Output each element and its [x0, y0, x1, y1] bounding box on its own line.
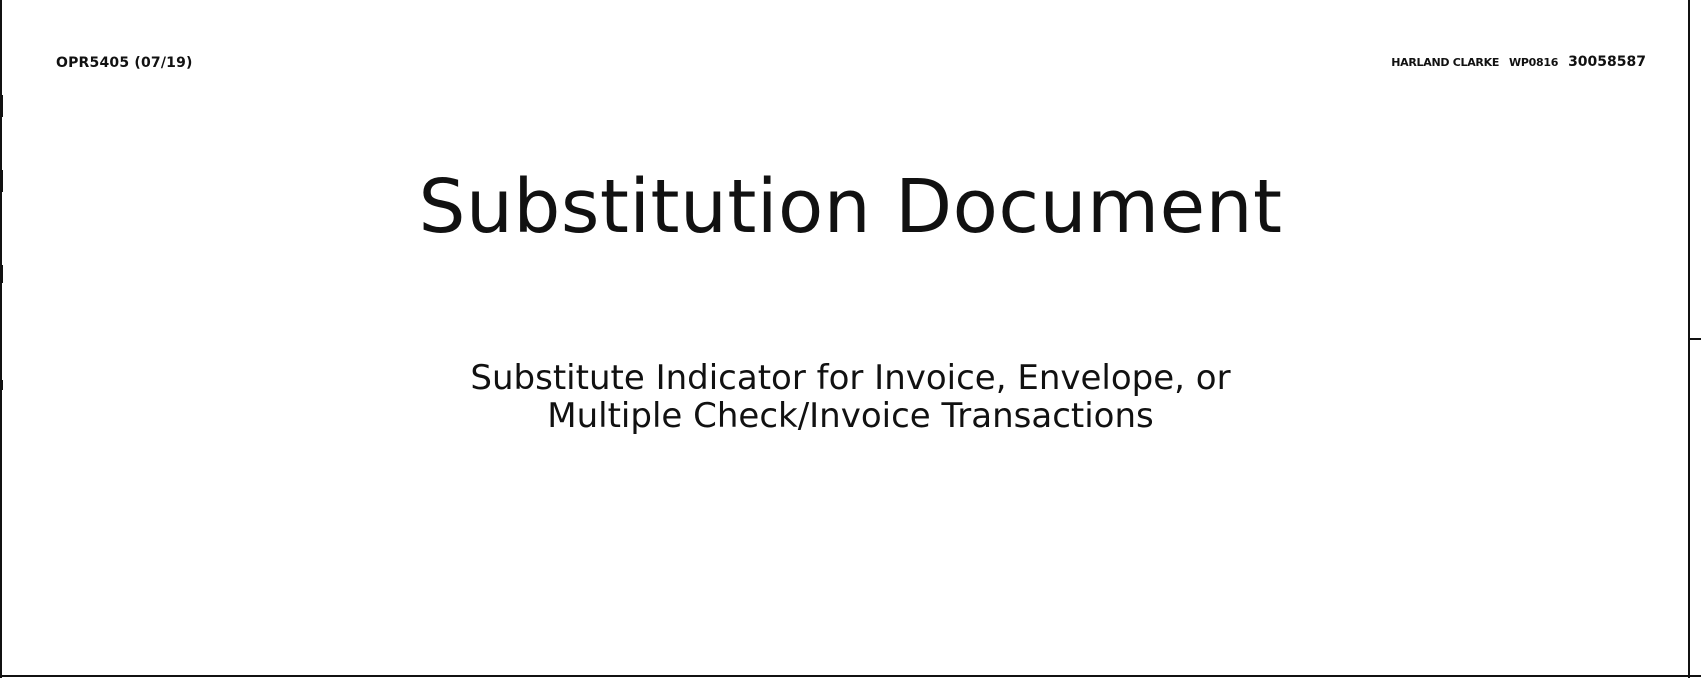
- subtitle-line-1: Substitute Indicator for Invoice, Envelo…: [470, 358, 1231, 398]
- edge-mark: [1688, 338, 1701, 340]
- printer-code: WP0816: [1509, 56, 1559, 69]
- printer-number: 30058587: [1568, 54, 1646, 70]
- document-frame: [0, 0, 1701, 678]
- document-title: Substitution Document: [418, 164, 1283, 250]
- subtitle-line-2: Multiple Check/Invoice Transactions: [547, 396, 1154, 436]
- printer-name: HARLAND CLARKE: [1391, 56, 1500, 69]
- printer-info: HARLAND CLARKE WP0816 30058587: [1391, 54, 1646, 70]
- edge-mark: [0, 95, 3, 117]
- bottom-border: [0, 675, 1701, 677]
- form-code: OPR5405 (07/19): [56, 55, 193, 71]
- document-subtitle: Substitute Indicator for Invoice, Envelo…: [0, 359, 1701, 435]
- edge-mark: [0, 265, 3, 283]
